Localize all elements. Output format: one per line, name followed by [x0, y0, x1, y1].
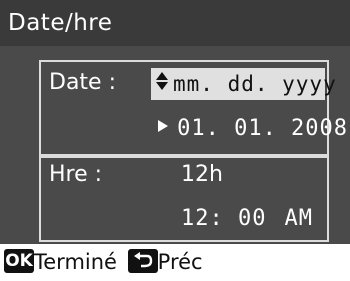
- date-label: Date :: [49, 70, 116, 95]
- play-right-icon: [157, 118, 174, 137]
- button-guide: OKTerminé Préc: [0, 244, 350, 281]
- settings-panel: Date : mm. dd. yyyy 01. 01. 2008 Hre: 1…: [0, 46, 350, 244]
- date-group: Date : mm. dd. yyyy 01. 01. 2008: [39, 60, 347, 158]
- ok-label: Terminé: [34, 250, 117, 274]
- time-value: 12: 00: [181, 206, 267, 231]
- up-down-arrows-icon: [151, 68, 173, 100]
- back-label: Préc: [157, 250, 203, 274]
- time-format-value[interactable]: 12h: [181, 162, 223, 187]
- time-group: Hre : 12h 12: 00 AM: [39, 154, 329, 242]
- time-value-field[interactable]: 12: 00 AM: [181, 206, 313, 231]
- date-value-field[interactable]: 01. 01. 2008: [157, 116, 348, 141]
- screen-title: Date/hre: [0, 0, 350, 46]
- date-time-screen: Date/hre Date : mm. dd. yyyy 01. 01. 200…: [0, 0, 350, 281]
- back-arrow-icon: [127, 249, 158, 273]
- date-value: 01. 01. 2008: [177, 116, 349, 141]
- ampm-value: AM: [284, 206, 313, 231]
- time-label: Hre :: [49, 162, 103, 187]
- date-format-selector[interactable]: mm. dd. yyyy: [151, 68, 336, 100]
- date-format-value: mm. dd. yyyy: [173, 72, 337, 96]
- ok-button-icon: OK: [4, 249, 34, 273]
